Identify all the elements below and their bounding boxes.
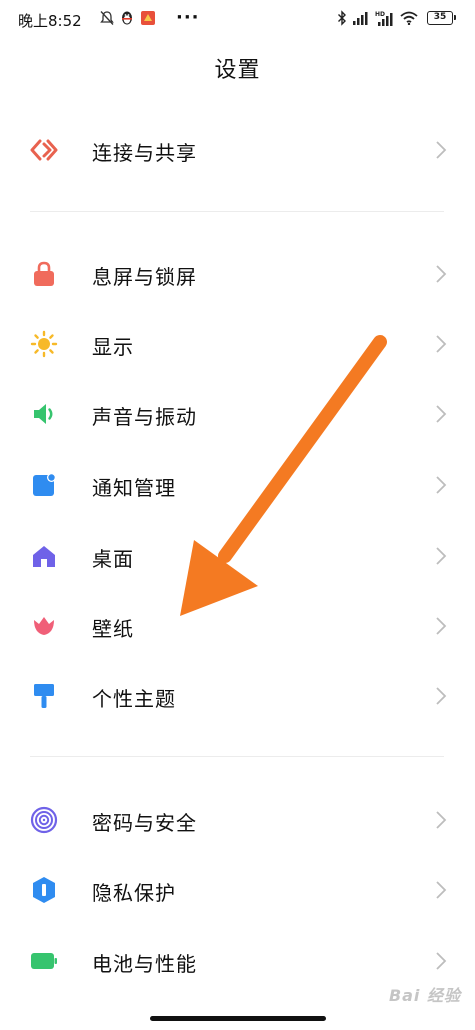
settings-screen: 晚上8:52 ··· HD 35 设置 连接与共享 息屏与锁屏 显示 声音与振动…: [0, 0, 475, 1030]
bell-muted-icon: [100, 10, 114, 26]
chevron-right-icon: [436, 687, 447, 705]
settings-item-display[interactable]: 显示: [0, 316, 475, 372]
settings-item-themes[interactable]: 个性主题: [0, 668, 475, 724]
fingerprint-icon: [29, 806, 59, 834]
section-divider: [30, 756, 444, 757]
settings-item-desktop[interactable]: 桌面: [0, 528, 475, 584]
privacy-shield-icon: [29, 876, 59, 904]
paintbrush-icon: [29, 682, 59, 710]
chevron-right-icon: [436, 881, 447, 899]
settings-item-label: 桌面: [92, 547, 134, 571]
settings-item-privacy[interactable]: 隐私保护: [0, 862, 475, 918]
chevron-right-icon: [436, 811, 447, 829]
settings-item-connection[interactable]: 连接与共享: [0, 122, 475, 178]
home-indicator-bar[interactable]: [150, 1016, 326, 1021]
status-bar: 晚上8:52 ··· HD 35: [0, 0, 475, 40]
settings-item-label: 通知管理: [92, 476, 176, 500]
speaker-icon: [29, 400, 59, 428]
settings-item-notifications[interactable]: 通知管理: [0, 457, 475, 513]
status-left-icons: ···: [100, 7, 200, 28]
home-icon: [29, 542, 59, 570]
settings-item-label: 连接与共享: [92, 141, 197, 165]
chevron-right-icon: [436, 265, 447, 283]
notification-icon: [29, 471, 59, 499]
settings-item-sound[interactable]: 声音与振动: [0, 386, 475, 442]
settings-item-label: 显示: [92, 335, 134, 359]
settings-item-label: 隐私保护: [92, 881, 176, 905]
chevron-right-icon: [436, 952, 447, 970]
page-title: 设置: [214, 58, 261, 83]
settings-item-password[interactable]: 密码与安全: [0, 792, 475, 848]
status-right-icons: HD 35: [337, 10, 456, 26]
signal-strength-hd-icon: HD: [375, 10, 395, 26]
more-notifications-icon: ···: [176, 7, 200, 28]
settings-item-label: 密码与安全: [92, 811, 197, 835]
signal-strength-icon: [352, 11, 370, 25]
app-notification-icon: [140, 10, 156, 26]
qq-penguin-icon: [120, 10, 134, 26]
settings-item-battery[interactable]: 电池与性能: [0, 933, 475, 989]
settings-item-wallpaper[interactable]: 壁纸: [0, 598, 475, 654]
chevron-right-icon: [436, 476, 447, 494]
status-time: 晚上8:52: [18, 12, 82, 30]
settings-item-lock-screen[interactable]: 息屏与锁屏: [0, 246, 475, 302]
settings-item-label: 壁纸: [92, 617, 134, 641]
sun-icon: [29, 330, 59, 358]
battery-status-icon: 35: [427, 11, 456, 25]
watermark-logo: Bai 经验: [388, 986, 461, 1005]
settings-item-label: 电池与性能: [92, 952, 197, 976]
bluetooth-icon: [337, 10, 347, 26]
chevron-right-icon: [436, 617, 447, 635]
chevron-right-icon: [436, 547, 447, 565]
tulip-icon: [29, 612, 59, 640]
settings-item-label: 个性主题: [92, 687, 176, 711]
chevron-right-icon: [436, 141, 447, 159]
settings-item-label: 息屏与锁屏: [92, 265, 197, 289]
chevron-right-icon: [436, 405, 447, 423]
settings-item-label: 声音与振动: [92, 405, 197, 429]
chevron-right-icon: [436, 335, 447, 353]
connection-share-icon: [29, 136, 59, 164]
wifi-icon: [400, 11, 418, 25]
svg-text:HD: HD: [375, 11, 385, 18]
section-divider: [30, 211, 444, 212]
battery-icon: [29, 947, 59, 975]
lock-icon: [29, 260, 59, 288]
